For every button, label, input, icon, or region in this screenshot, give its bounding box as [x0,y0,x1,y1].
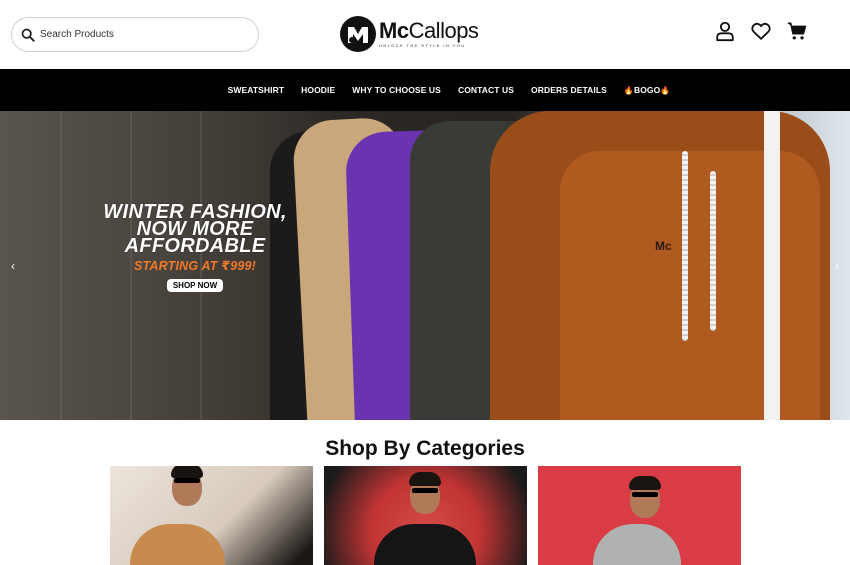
hero-headline-line3: AFFORDABLE [124,235,266,257]
carousel-next-icon[interactable]: › [835,259,839,273]
model-hoodie [130,524,225,565]
shop-now-button[interactable]: SHOP NOW [166,279,224,292]
hoodie-print: Mc [655,239,672,253]
main-nav: SWEATSHIRT HOODIE WHY TO CHOOSE US CONTA… [0,69,850,111]
nav-item-contact-us[interactable]: CONTACT US [458,85,514,95]
search-input[interactable] [40,29,240,40]
category-card-plain-sweatshirt[interactable] [538,466,741,565]
cart-icon[interactable] [786,20,808,42]
logo-wordmark: McCallops [379,18,479,43]
model-hair [409,472,441,486]
hero-banner[interactable]: Mc WINTER FASHION, NOW MORE AFFORDABLE S… [0,111,850,420]
fire-icon: 🔥 [660,86,671,95]
logo-tagline: UNLOCK THE STYLE IN YOU [379,43,466,48]
hero-copy: WINTER FASHION, NOW MORE AFFORDABLE STAR… [60,202,330,293]
model-sunglasses [632,492,658,497]
search-icon[interactable] [21,28,35,42]
site-header: McCallops UNLOCK THE STYLE IN YOU [0,0,850,69]
carousel-prev-icon[interactable]: ‹ [11,259,15,273]
nav-item-why-choose-us[interactable]: WHY TO CHOOSE US [352,85,441,95]
hero-price: STARTING AT ₹999! [133,259,257,273]
brand-logo[interactable]: McCallops UNLOCK THE STYLE IN YOU [340,16,479,52]
model-sweatshirt [374,524,476,565]
category-card-sweatshirt[interactable] [324,466,527,565]
categories-section: Shop By Categories [0,420,850,565]
wishlist-heart-icon[interactable] [750,20,772,42]
clothing-rack [764,111,780,420]
model-hair [171,466,203,478]
section-title: Shop By Categories [325,437,525,460]
model-hair [629,476,661,490]
nav-item-sweatshirt[interactable]: SWEATSHIRT [228,85,285,95]
logo-badge-icon [340,16,376,52]
account-icon[interactable] [714,20,736,42]
search-bar[interactable] [11,17,259,52]
model-sunglasses [174,478,200,483]
hoodie-image-orange-front [560,151,820,420]
hoodie-drawstring [710,171,716,331]
nav-item-hoodie[interactable]: HOODIE [301,85,335,95]
model-sunglasses [412,488,438,493]
fire-icon: 🔥 [623,86,634,95]
nav-item-orders-details[interactable]: ORDERS DETAILS [531,85,607,95]
category-card-hoodie[interactable] [110,466,313,565]
nav-item-bogo[interactable]: 🔥BOGO🔥 [624,85,671,95]
hoodie-drawstring [682,151,688,341]
nav-item-bogo-label: BOGO [633,85,661,95]
model-sweatshirt-grey [593,524,681,565]
